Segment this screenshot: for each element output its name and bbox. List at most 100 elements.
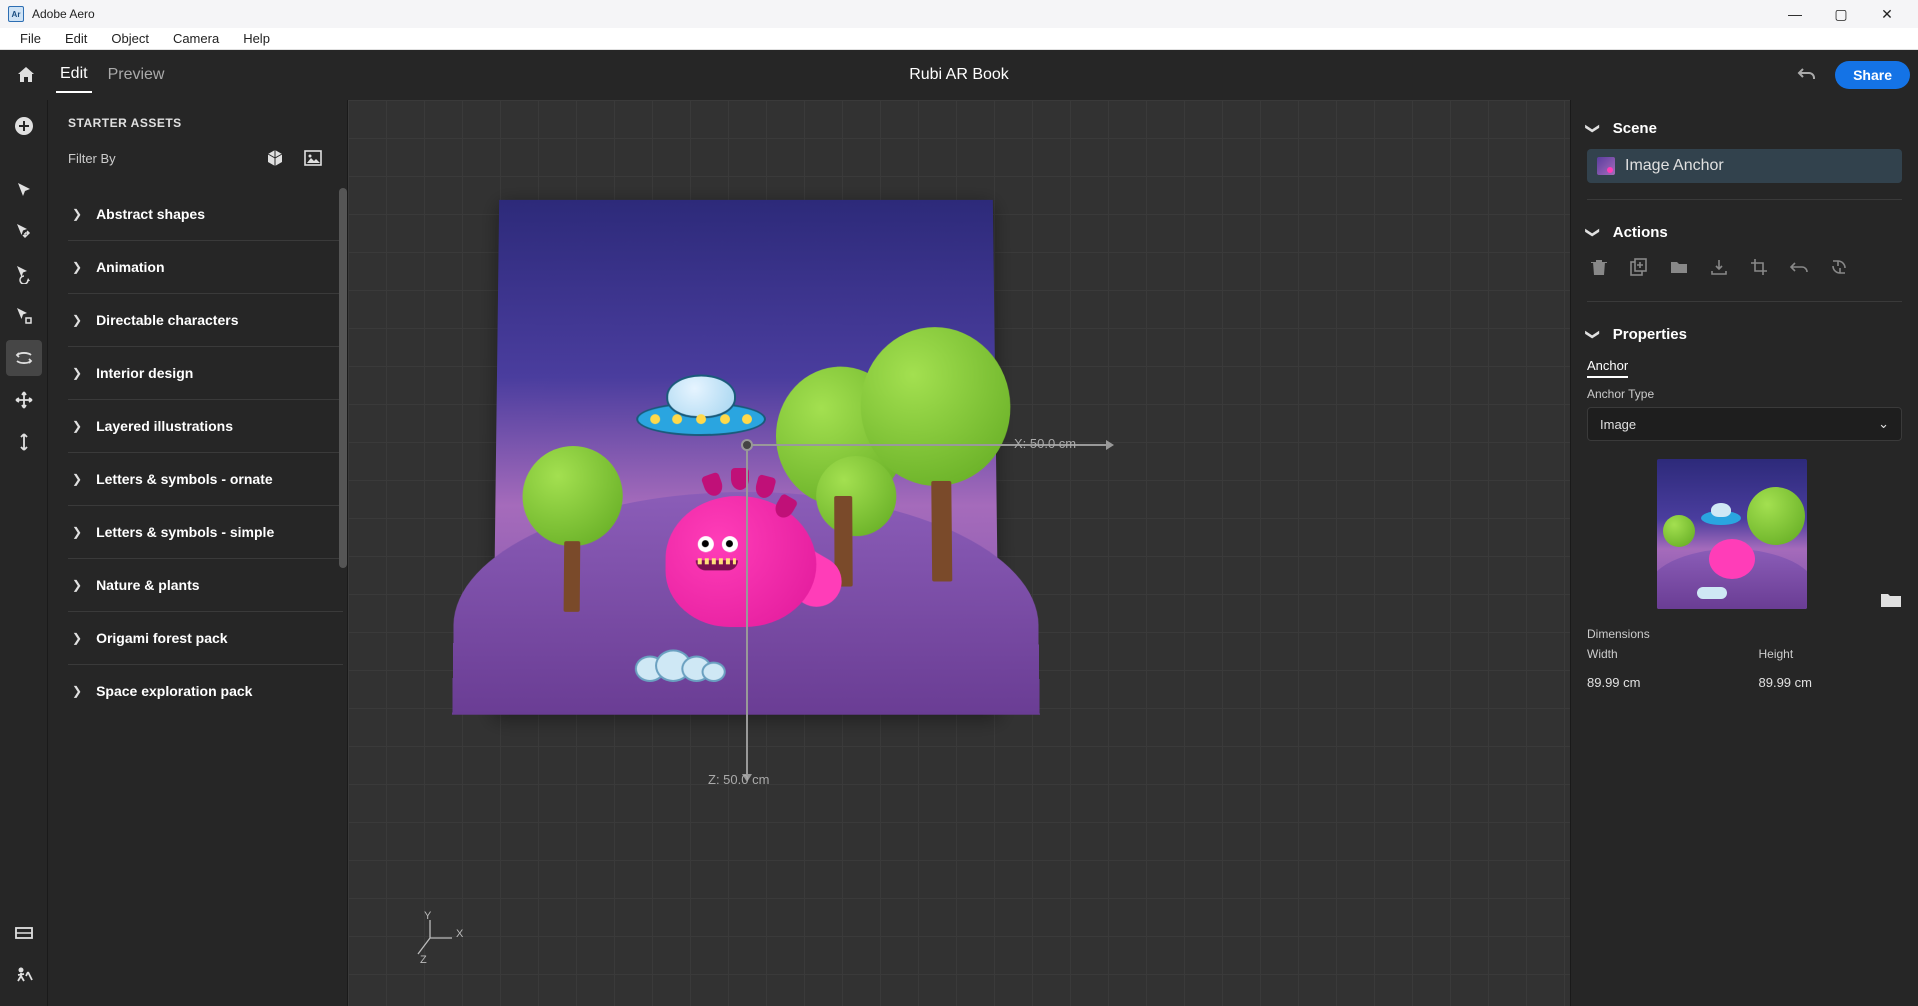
workspace: STARTER ASSETS Filter By ❯Abstract shape…: [0, 100, 1918, 1006]
select-icon: [15, 181, 33, 199]
window-close-button[interactable]: ✕: [1864, 0, 1910, 28]
mode-preview[interactable]: Preview: [104, 58, 169, 92]
category-label: Animation: [96, 259, 164, 275]
tree-illustration: [516, 446, 628, 607]
reset-action[interactable]: [1829, 257, 1849, 277]
crop-action[interactable]: [1749, 257, 1769, 277]
window-titlebar: Ar Adobe Aero — ▢ ✕: [0, 0, 1918, 28]
actions-header[interactable]: ❯ Actions: [1587, 216, 1902, 253]
dimensions-row: Width 89.99 cm Height 89.99 cm: [1587, 647, 1902, 690]
actions-title: Actions: [1613, 224, 1668, 241]
orientation-widget[interactable]: Y X Z: [412, 914, 462, 964]
category-letters-simple[interactable]: ❯Letters & symbols - simple: [68, 505, 343, 558]
rotate-tool[interactable]: [6, 256, 42, 292]
pan-tool[interactable]: [6, 382, 42, 418]
undo-button[interactable]: [1791, 59, 1823, 91]
menu-file[interactable]: File: [8, 29, 53, 48]
menu-help[interactable]: Help: [231, 29, 282, 48]
height-value[interactable]: 89.99 cm: [1759, 667, 1903, 690]
actions-toolbar: [1587, 253, 1902, 285]
width-value[interactable]: 89.99 cm: [1587, 667, 1731, 690]
filter-3d-button[interactable]: [265, 148, 285, 168]
undo-small-icon: [1790, 260, 1808, 274]
category-layered-illustrations[interactable]: ❯ Layered illustrations: [68, 399, 343, 452]
import-action[interactable]: [1709, 257, 1729, 277]
anchor-type-value: Image: [1600, 417, 1636, 432]
add-icon: [13, 115, 35, 137]
menu-camera[interactable]: Camera: [161, 29, 231, 48]
app-title: Adobe Aero: [32, 7, 95, 21]
surface-tool[interactable]: [6, 914, 42, 950]
add-tool[interactable]: [6, 108, 42, 144]
menubar: File Edit Object Camera Help: [0, 28, 1918, 50]
axis-y-label: Y: [424, 910, 431, 922]
width-label: Width: [1587, 647, 1731, 661]
canvas[interactable]: X: 50.0 cm Z: 50.0 cm Y X Z: [348, 100, 1570, 1006]
chevron-down-icon: ❯: [1584, 123, 1601, 135]
reset-icon: [1830, 258, 1848, 276]
delete-action[interactable]: [1589, 257, 1609, 277]
menu-edit[interactable]: Edit: [53, 29, 99, 48]
look-around-tool[interactable]: [6, 340, 42, 376]
document-title: Rubi AR Book: [909, 66, 1009, 84]
window-maximize-button[interactable]: ▢: [1818, 0, 1864, 28]
category-space-exploration[interactable]: ❯Space exploration pack: [68, 664, 343, 717]
menu-object[interactable]: Object: [99, 29, 161, 48]
filter-image-button[interactable]: [303, 148, 323, 168]
axis-z-label: Z: [420, 954, 427, 966]
folder-icon: [1670, 259, 1688, 275]
pivot-tool[interactable]: [6, 298, 42, 334]
chevron-right-icon: ❯: [72, 207, 82, 221]
surface-icon: [14, 922, 34, 942]
x-axis-value: X: 50.0 cm: [1014, 436, 1076, 451]
category-directable-characters[interactable]: ❯ Directable characters: [68, 293, 343, 346]
chevron-right-icon: ❯: [72, 419, 82, 433]
zoom-tool[interactable]: [6, 424, 42, 460]
topbar: Edit Preview Rubi AR Book Share: [0, 50, 1918, 100]
scrollbar-thumb[interactable]: [339, 188, 347, 568]
category-abstract-shapes[interactable]: ❯Abstract shapes: [68, 188, 343, 240]
chevron-down-icon: ⌄: [1878, 416, 1889, 432]
look-around-icon: [13, 347, 35, 369]
category-interior-design[interactable]: ❯Interior design: [68, 346, 343, 399]
actions-section: ❯ Actions: [1587, 216, 1902, 285]
properties-header[interactable]: ❯ Properties: [1587, 318, 1902, 355]
scene-header[interactable]: ❯ Scene: [1587, 112, 1902, 149]
undo-action[interactable]: [1789, 257, 1809, 277]
duplicate-action[interactable]: [1629, 257, 1649, 277]
ufo-illustration: [636, 375, 766, 445]
chevron-right-icon: ❯: [72, 313, 82, 327]
anchor-preview: [1657, 459, 1807, 609]
zoom-icon: [15, 432, 33, 452]
category-label: Layered illustrations: [96, 418, 233, 434]
move-tool[interactable]: [6, 214, 42, 250]
category-nature-plants[interactable]: ❯Nature & plants: [68, 558, 343, 611]
behaviors-tool[interactable]: [6, 956, 42, 992]
category-origami-forest[interactable]: ❯Origami forest pack: [68, 611, 343, 664]
gizmo-z-axis[interactable]: [746, 444, 748, 774]
property-tabs: Anchor: [1587, 355, 1902, 387]
divider: [1587, 301, 1902, 302]
category-list: ❯Abstract shapes ❯Animation ❯Directable …: [68, 188, 347, 717]
category-label: Space exploration pack: [96, 683, 252, 699]
divider: [1587, 199, 1902, 200]
tab-anchor[interactable]: Anchor: [1587, 358, 1628, 378]
home-button[interactable]: [8, 57, 44, 93]
height-label: Height: [1759, 647, 1903, 661]
select-tool[interactable]: [6, 172, 42, 208]
gizmo-origin[interactable]: [741, 439, 753, 451]
chevron-down-icon: ❯: [1584, 329, 1601, 341]
mode-edit[interactable]: Edit: [56, 57, 92, 93]
category-label: Directable characters: [96, 312, 238, 328]
anchor-type-select[interactable]: Image ⌄: [1587, 407, 1902, 441]
folder-action[interactable]: [1669, 257, 1689, 277]
home-icon: [16, 65, 36, 85]
category-animation[interactable]: ❯Animation: [68, 240, 343, 293]
share-button[interactable]: Share: [1835, 61, 1910, 89]
category-letters-ornate[interactable]: ❯Letters & symbols - ornate: [68, 452, 343, 505]
browse-image-button[interactable]: [1880, 591, 1902, 609]
scene-item-image-anchor[interactable]: Image Anchor: [1587, 149, 1902, 183]
undo-icon: [1797, 65, 1817, 85]
window-minimize-button[interactable]: —: [1772, 0, 1818, 28]
behaviors-icon: [14, 964, 34, 984]
